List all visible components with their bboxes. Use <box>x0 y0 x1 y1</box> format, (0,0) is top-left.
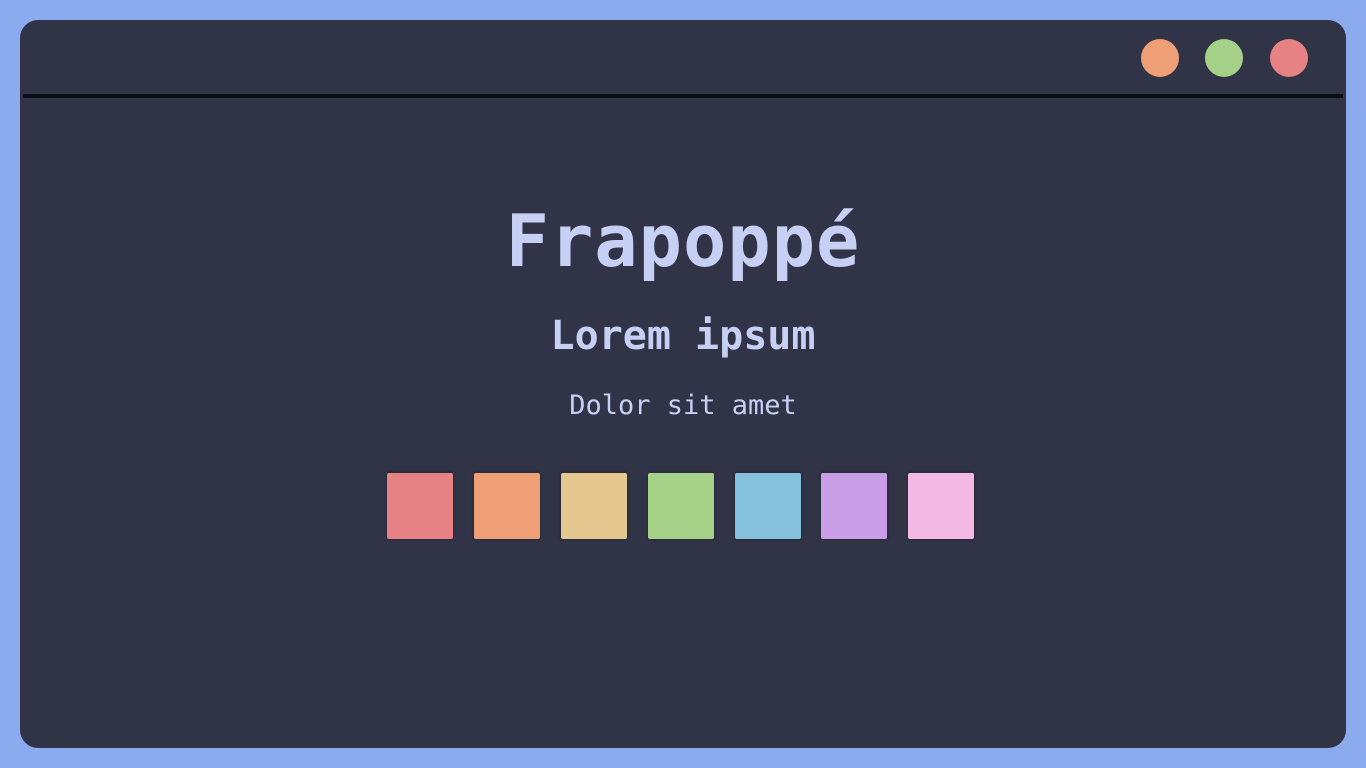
swatch-red <box>387 473 453 539</box>
page-tagline: Dolor sit amet <box>569 390 797 421</box>
title-bar-divider <box>23 94 1343 98</box>
window-control-orange-button[interactable] <box>1141 39 1179 77</box>
swatch-sapphire <box>735 473 801 539</box>
page-title: Frapoppé <box>505 199 861 283</box>
swatch-green <box>648 473 714 539</box>
window-control-red-button[interactable] <box>1270 39 1308 77</box>
swatch-yellow <box>561 473 627 539</box>
swatch-mauve <box>821 473 887 539</box>
page-subtitle: Lorem ipsum <box>550 313 816 359</box>
swatch-peach <box>474 473 540 539</box>
swatch-pink <box>908 473 974 539</box>
title-bar <box>20 20 1346 95</box>
window-control-green-button[interactable] <box>1205 39 1243 77</box>
app-window: Frapoppé Lorem ipsum Dolor sit amet <box>20 20 1346 748</box>
